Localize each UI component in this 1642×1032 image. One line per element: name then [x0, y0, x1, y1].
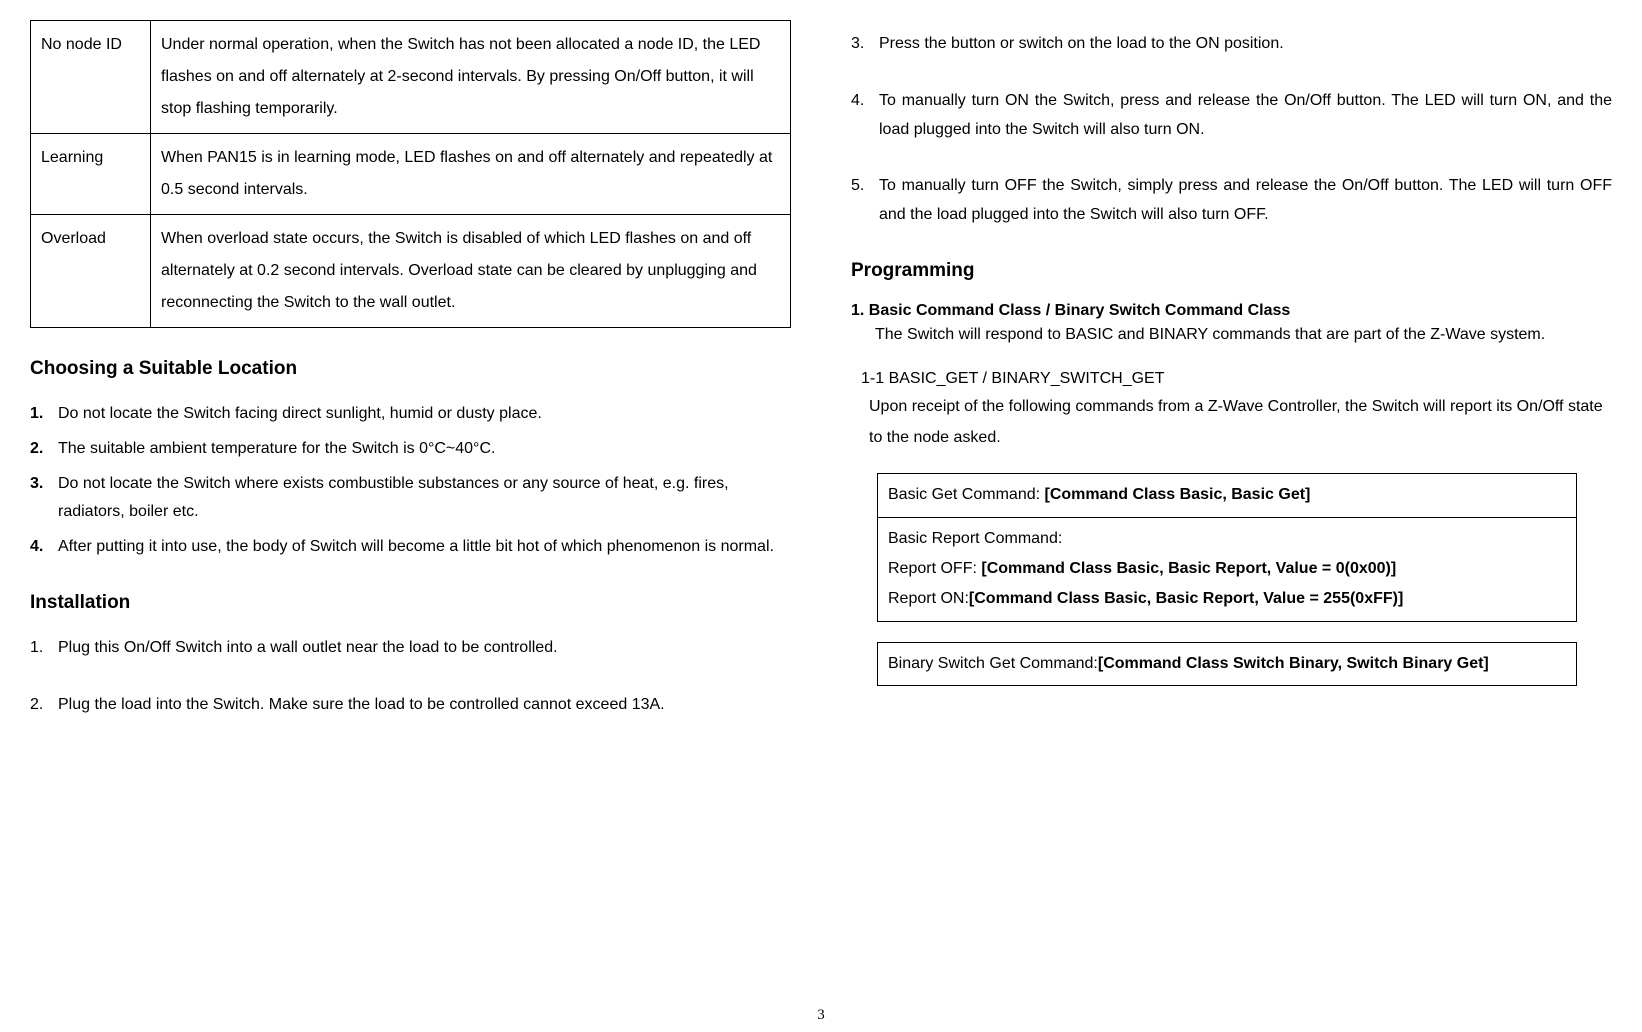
- basic-report-cell: Basic Report Command: Report OFF: [Comma…: [878, 517, 1577, 621]
- list-item: 1. Plug this On/Off Switch into a wall o…: [30, 634, 791, 663]
- list-number: 2.: [30, 691, 58, 720]
- table-row: Learning When PAN15 is in learning mode,…: [31, 134, 791, 215]
- cell-prefix: Report ON:: [888, 590, 969, 607]
- list-text: Press the button or switch on the load t…: [879, 30, 1612, 59]
- led-row-desc: When overload state occurs, the Switch i…: [151, 215, 791, 328]
- list-number: 1.: [30, 400, 58, 429]
- binary-command-table: Binary Switch Get Command:[Command Class…: [877, 642, 1577, 686]
- list-number: 1.: [30, 634, 58, 663]
- location-list: 1. Do not locate the Switch facing direc…: [30, 400, 791, 562]
- list-number: 3.: [851, 30, 879, 59]
- table-row: Basic Report Command: Report OFF: [Comma…: [878, 517, 1577, 621]
- left-column: No node ID Under normal operation, when …: [30, 20, 791, 1012]
- list-item: 4. To manually turn ON the Switch, press…: [851, 87, 1612, 145]
- led-row-label: No node ID: [31, 21, 151, 134]
- table-row: Overload When overload state occurs, the…: [31, 215, 791, 328]
- prog-item-header: 1. Basic Command Class / Binary Switch C…: [851, 302, 1612, 320]
- sub-description-1-1: Upon receipt of the following commands f…: [851, 392, 1612, 453]
- list-item: 3. Do not locate the Switch where exists…: [30, 470, 791, 528]
- list-text: Do not locate the Switch facing direct s…: [58, 400, 791, 429]
- list-number: 4.: [30, 533, 58, 562]
- table-row: Binary Switch Get Command:[Command Class…: [878, 642, 1577, 685]
- led-row-desc: When PAN15 is in learning mode, LED flas…: [151, 134, 791, 215]
- list-text: To manually turn ON the Switch, press an…: [879, 87, 1612, 145]
- list-text: Plug this On/Off Switch into a wall outl…: [58, 634, 791, 663]
- prog-number: 1.: [851, 302, 864, 319]
- table-row: No node ID Under normal operation, when …: [31, 21, 791, 134]
- right-column: 3. Press the button or switch on the loa…: [851, 20, 1612, 1012]
- list-number: 2.: [30, 435, 58, 464]
- programming-item-1: 1. Basic Command Class / Binary Switch C…: [851, 302, 1612, 350]
- cell-prefix: Report OFF:: [888, 560, 981, 577]
- prog-title: Basic Command Class / Binary Switch Comm…: [869, 302, 1290, 319]
- list-item: 5. To manually turn OFF the Switch, simp…: [851, 172, 1612, 230]
- list-number: 3.: [30, 470, 58, 528]
- report-line: Basic Report Command:: [888, 524, 1566, 554]
- list-item: 3. Press the button or switch on the loa…: [851, 30, 1612, 59]
- list-text: The suitable ambient temperature for the…: [58, 435, 791, 464]
- binary-get-cell: Binary Switch Get Command:[Command Class…: [878, 642, 1577, 685]
- report-line: Report OFF: [Command Class Basic, Basic …: [888, 554, 1566, 584]
- list-text: Plug the load into the Switch. Make sure…: [58, 691, 791, 720]
- cell-bold: [Command Class Basic, Basic Report, Valu…: [969, 590, 1403, 607]
- table-row: Basic Get Command: [Command Class Basic,…: [878, 474, 1577, 517]
- installation-list: 1. Plug this On/Off Switch into a wall o…: [30, 634, 791, 720]
- right-steps-list: 3. Press the button or switch on the loa…: [851, 30, 1612, 230]
- cell-bold: [Command Class Basic, Basic Report, Valu…: [981, 560, 1396, 577]
- basic-command-table: Basic Get Command: [Command Class Basic,…: [877, 473, 1577, 622]
- page-number: 3: [817, 1007, 825, 1024]
- cell-prefix: Basic Get Command:: [888, 486, 1045, 503]
- list-text: Do not locate the Switch where exists co…: [58, 470, 791, 528]
- list-number: 4.: [851, 87, 879, 145]
- list-item: 4. After putting it into use, the body o…: [30, 533, 791, 562]
- cell-bold: [Command Class Switch Binary, Switch Bin…: [1098, 655, 1489, 672]
- led-row-desc: Under normal operation, when the Switch …: [151, 21, 791, 134]
- list-item: 2. The suitable ambient temperature for …: [30, 435, 791, 464]
- led-row-label: Overload: [31, 215, 151, 328]
- report-line: Report ON:[Command Class Basic, Basic Re…: [888, 584, 1566, 614]
- led-row-label: Learning: [31, 134, 151, 215]
- prog-description: The Switch will respond to BASIC and BIN…: [851, 320, 1612, 350]
- basic-get-cell: Basic Get Command: [Command Class Basic,…: [878, 474, 1577, 517]
- list-number: 5.: [851, 172, 879, 230]
- installation-heading: Installation: [30, 592, 791, 614]
- cell-prefix: Binary Switch Get Command:: [888, 655, 1098, 672]
- led-indication-table: No node ID Under normal operation, when …: [30, 20, 791, 328]
- list-text: After putting it into use, the body of S…: [58, 533, 791, 562]
- location-heading: Choosing a Suitable Location: [30, 358, 791, 380]
- list-text: To manually turn OFF the Switch, simply …: [879, 172, 1612, 230]
- list-item: 1. Do not locate the Switch facing direc…: [30, 400, 791, 429]
- programming-heading: Programming: [851, 260, 1612, 282]
- cell-bold: [Command Class Basic, Basic Get]: [1045, 486, 1311, 503]
- list-item: 2. Plug the load into the Switch. Make s…: [30, 691, 791, 720]
- sub-heading-1-1: 1-1 BASIC_GET / BINARY_SWITCH_GET: [851, 370, 1612, 388]
